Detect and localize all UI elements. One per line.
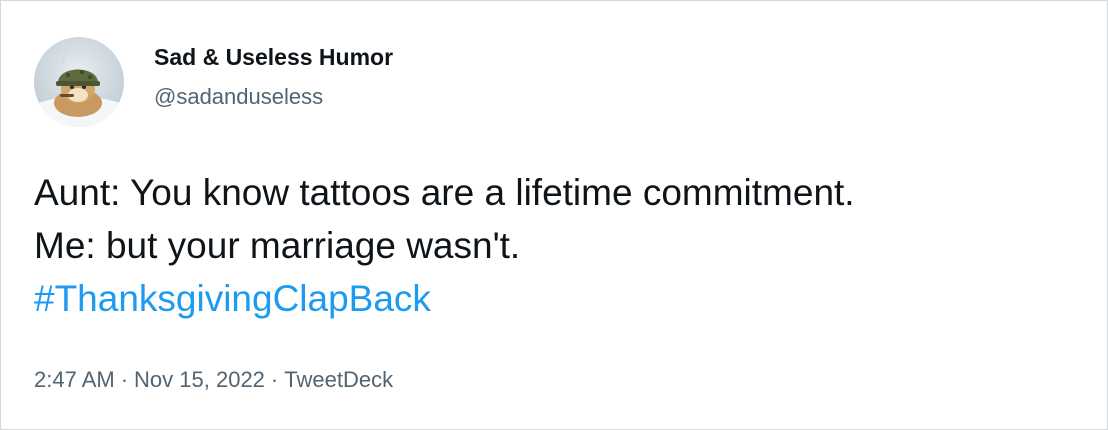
- tweet-source[interactable]: TweetDeck: [284, 367, 393, 392]
- meta-separator: ·: [270, 367, 279, 392]
- soldier-cat-avatar-icon: [34, 37, 124, 127]
- tweet-text: Aunt: You know tattoos are a lifetime co…: [34, 166, 1084, 325]
- tweet-card: Sad & Useless Humor @sadanduseless Aunt:…: [0, 0, 1108, 430]
- tweet-metadata: 2:47 AM · Nov 15, 2022 · TweetDeck: [34, 367, 393, 393]
- meta-separator: ·: [120, 367, 129, 392]
- tweet-line-2: Me: but your marriage wasn't.: [34, 225, 521, 266]
- avatar[interactable]: [34, 37, 124, 127]
- tweet-date[interactable]: Nov 15, 2022: [134, 367, 265, 392]
- hashtag-link[interactable]: #ThanksgivingClapBack: [34, 272, 1084, 325]
- tweet-line-1: Aunt: You know tattoos are a lifetime co…: [34, 172, 855, 213]
- display-name[interactable]: Sad & Useless Humor: [154, 44, 393, 71]
- tweet-time[interactable]: 2:47 AM: [34, 367, 115, 392]
- user-handle[interactable]: @sadanduseless: [154, 84, 323, 110]
